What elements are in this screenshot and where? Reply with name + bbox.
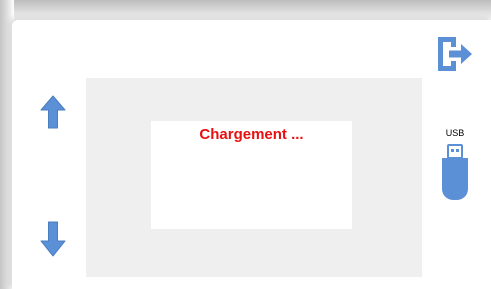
usb-label: USB xyxy=(445,128,465,138)
loading-text: Chargement ... xyxy=(199,126,304,143)
app-window: Chargement ... USB xyxy=(0,0,491,289)
logout-icon[interactable] xyxy=(434,34,474,74)
usb-drive-icon[interactable] xyxy=(440,144,470,202)
arrow-down-icon[interactable] xyxy=(38,220,68,258)
arrow-up-icon[interactable] xyxy=(38,94,68,130)
